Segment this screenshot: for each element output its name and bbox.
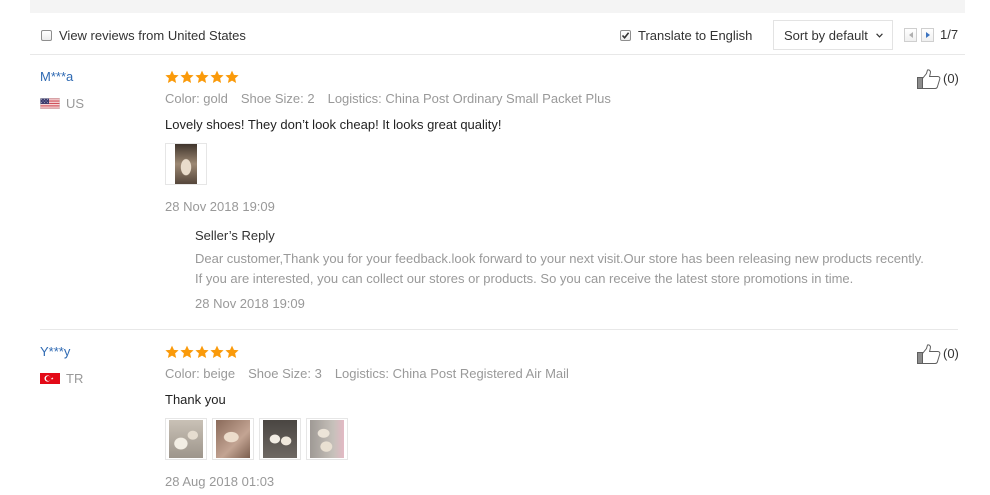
seller-reply-date: 28 Nov 2018 19:09 (195, 296, 305, 311)
rating-star-icon (225, 70, 239, 84)
prev-page-button[interactable] (904, 28, 917, 42)
order-shoe-size: Shoe Size: 3 (248, 366, 322, 381)
order-logistics: Logistics: China Post Registered Air Mai… (334, 366, 569, 381)
seller-reply-text: If you are interested, you can collect o… (195, 271, 854, 286)
review-text: Lovely shoes! They don’t look cheap! It … (165, 117, 502, 132)
rating-star-icon (165, 345, 179, 359)
review-photo (216, 420, 250, 458)
rating-star-icon (195, 345, 209, 359)
sort-dropdown[interactable]: Sort by default (773, 20, 893, 50)
arrow-left-icon (908, 32, 913, 38)
buyer-country: TR (40, 368, 83, 388)
local-reviews-checkbox[interactable] (41, 29, 52, 41)
rating-star-icon (180, 70, 194, 84)
thumbs-up-icon[interactable] (917, 69, 941, 89)
review-content: Color: gold Shoe Size: 2 Logistics: China … (165, 55, 958, 314)
us-flag-icon (40, 97, 60, 109)
review-photo (175, 144, 197, 184)
review-item: M***a US (0) Color: gold Shoe Size: 2 Logi… (40, 55, 959, 330)
review-photo-thumbnail[interactable] (165, 143, 207, 185)
buyer-name: Y***y (40, 344, 71, 359)
star-rating (165, 345, 958, 359)
seller-reply-title: Seller’s Reply (195, 228, 275, 243)
translate-checkbox[interactable] (620, 29, 631, 41)
next-page-button[interactable] (921, 28, 934, 42)
review-photos (165, 143, 958, 185)
sort-selected-value: Sort by default (784, 27, 868, 43)
buyer-country: US (40, 93, 84, 113)
review-item: Y***y TR (0) Color: beige Shoe Size: 3 Log… (40, 330, 959, 492)
review-date: 28 Nov 2018 19:09 (165, 199, 275, 214)
helpful-count: (0) (943, 346, 959, 361)
chevron-down-icon (876, 33, 883, 38)
rating-star-icon (210, 70, 224, 84)
order-color: Color: gold (165, 91, 228, 106)
order-shoe-size: Shoe Size: 2 (240, 91, 315, 106)
order-color: Color: beige (165, 366, 236, 381)
page-indicator: 1/7 (940, 27, 959, 42)
local-reviews-filter[interactable]: View reviews from United States (41, 20, 246, 50)
seller-reply-text: Dear customer,Thank you for your feedbac… (195, 251, 924, 266)
helpful-vote: (0) (917, 344, 959, 364)
order-info: Color: gold Shoe Size: 2 Logistics: China … (165, 89, 958, 109)
review-content: Color: beige Shoe Size: 3 Logistics: China… (165, 330, 958, 492)
helpful-count: (0) (943, 71, 959, 86)
seller-reply: Seller’s Reply Dear customer,Thank you f… (195, 226, 958, 314)
review-photo (310, 420, 344, 458)
rating-star-icon (195, 70, 209, 84)
rating-filter-bar (30, 0, 965, 13)
rating-star-icon (180, 345, 194, 359)
review-photo-thumbnail[interactable] (165, 418, 207, 460)
country-code: TR (66, 370, 84, 386)
translate-toggle[interactable]: Translate to English (620, 20, 752, 50)
helpful-vote: (0) (917, 69, 959, 89)
rating-star-icon (210, 345, 224, 359)
order-logistics: Logistics: China Post Ordinary Small Pac… (327, 91, 611, 106)
buyer-info: M***a US (40, 67, 84, 113)
review-photo-thumbnail[interactable] (212, 418, 254, 460)
star-rating (165, 70, 958, 84)
tr-flag-icon (40, 372, 60, 384)
review-text: Thank you (165, 392, 226, 407)
review-photo-thumbnail[interactable] (259, 418, 301, 460)
rating-star-icon (165, 70, 179, 84)
review-photo-thumbnail[interactable] (306, 418, 348, 460)
country-code: US (66, 95, 85, 111)
translate-label: Translate to English (638, 27, 753, 43)
rating-star-icon (225, 345, 239, 359)
local-reviews-label: View reviews from United States (59, 27, 246, 43)
review-photo (169, 420, 203, 458)
review-list: M***a US (0) Color: gold Shoe Size: 2 Logi… (40, 55, 959, 492)
arrow-right-icon (925, 32, 930, 38)
review-toolbar: View reviews from United States Translat… (30, 20, 965, 50)
review-date: 28 Aug 2018 01:03 (165, 474, 275, 489)
review-photo (263, 420, 297, 458)
buyer-name: M***a (40, 69, 74, 84)
thumbs-up-icon[interactable] (917, 344, 941, 364)
order-info: Color: beige Shoe Size: 3 Logistics: China… (165, 364, 958, 384)
buyer-info: Y***y TR (40, 342, 83, 388)
review-photos (165, 418, 958, 460)
